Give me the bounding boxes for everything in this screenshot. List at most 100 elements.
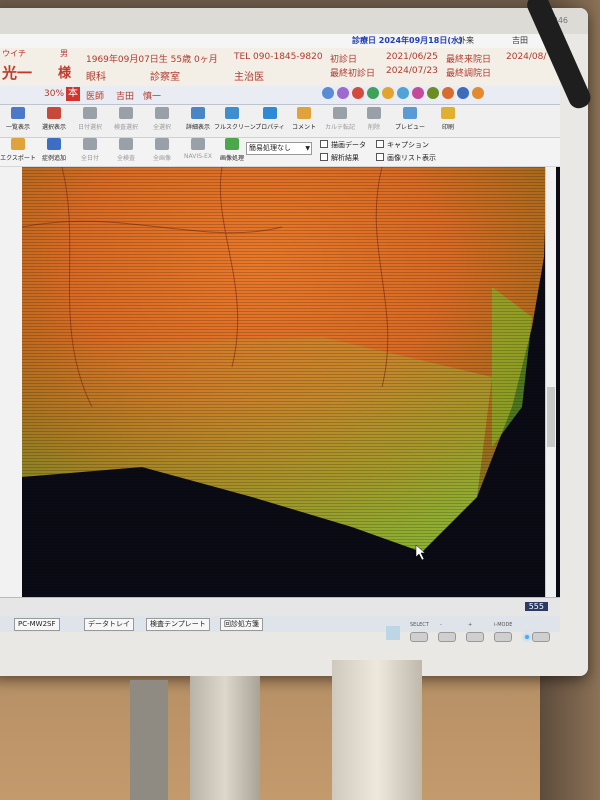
toolbar-button[interactable]: 印刷 [430,107,466,135]
toolbar-button[interactable]: フルスクリーン [214,107,256,135]
main-toolbar: 一覧表示 選択表示 日付選択 検査選択 全選択 詳細表示 フルスクリーン プロパティ コメント カ… [0,105,560,138]
check-label: 描画データ [331,141,366,149]
property-icon [263,107,277,119]
toolbar-button-label: フルスクリーン [214,124,256,131]
toolbar-button[interactable]: 選択表示 [36,107,72,135]
toolbar-button[interactable]: プロパティ [252,107,288,135]
patient-header: ウイチ 男 光一 様 1969年09月07日生 55歳 0ヶ月 眼科 診察室 T… [0,48,560,86]
processing-select[interactable]: 簡易処理なし ▼ [246,142,312,155]
status-icon[interactable] [457,87,469,99]
monitor-select-button[interactable] [410,632,428,642]
toolbar-button[interactable]: 全検査 [108,138,144,166]
toolbar-button[interactable]: カルテ転記 [322,107,358,135]
print-icon [441,107,455,119]
chief-doctor-label: 主治医 [234,72,264,83]
toolbar-button[interactable]: エクスポート [0,138,36,166]
monitor-button-label: + [468,622,473,628]
screen: 診療日 2024年09月18日(水) 外来 吉田 ウイチ 男 光一 様 1969… [0,34,560,616]
check-label: 画像リスト表示 [387,154,436,162]
secondary-toolbar: 簡易処理なし ▼ 描画データ キャプション 解析結果 画像リスト表示 エクスポー… [0,138,560,167]
ward: 眼科 [86,72,106,83]
toolbar-button[interactable]: コメント [286,107,322,135]
status-icon[interactable] [322,87,334,99]
status-icon[interactable] [412,87,424,99]
toolbar-button[interactable]: NAVIS-EX [180,138,216,166]
toolbar-button-label: プロパティ [255,124,285,131]
checkbox[interactable] [320,140,328,148]
patient-sex: 男 [60,49,68,58]
taskbar-item[interactable]: データトレイ [84,618,134,631]
monitor-minus-button[interactable] [438,632,456,642]
preview-icon [403,107,417,119]
check-drawing-data[interactable]: 描画データ [320,140,366,150]
taskbar-item[interactable]: 検査テンプレート [146,618,210,631]
last-visit-label: 最終来院日 [446,55,492,65]
monitor-stand [190,676,260,800]
fundus-image[interactable] [22,167,552,597]
status-icon[interactable] [367,87,379,99]
fundus-svg [22,167,552,597]
monitor-button-label: - [440,622,442,628]
status-icon[interactable] [352,87,364,99]
all-dates-icon [83,138,97,150]
last-first-visit-label: 最終初診日 [330,69,376,79]
status-icon[interactable] [397,87,409,99]
exam-select-icon [119,107,133,119]
toolbar-button-label: 印刷 [441,124,454,131]
doctor-name: 吉田 慎一 [116,92,162,102]
toolbar-button[interactable]: 症例追加 [36,138,72,166]
toolbar-button[interactable]: 削除 [356,107,392,135]
toolbar-button[interactable]: 全画像 [144,138,180,166]
toolbar-button-label: 検査選択 [113,124,138,131]
check-analysis-result[interactable]: 解析結果 [320,153,359,163]
toolbar-button[interactable]: 画像処理 [214,138,250,166]
visit-date: 診療日 2024年09月18日(水) [352,36,463,45]
telephone: TEL 090-1845-9820 [234,52,323,62]
image-process-icon [225,138,239,150]
doctor-label: 医師 [86,92,105,102]
monitor-imode-button[interactable] [494,632,512,642]
monitor-plus-button[interactable] [466,632,484,642]
toolbar-button[interactable]: プレビュー [392,107,428,135]
side-panel-edge[interactable] [0,167,22,597]
scroll-thumb[interactable] [547,387,555,447]
toolbar-button-label: 全画像 [152,155,171,162]
case-add-icon [47,138,61,150]
check-image-list[interactable]: 画像リスト表示 [376,153,436,163]
toolbar-button-label: 詳細表示 [185,124,210,131]
chart-copy-icon [333,107,347,119]
check-caption[interactable]: キャプション [376,140,429,150]
toolbar-button[interactable]: 詳細表示 [180,107,216,135]
vertical-scrollbar[interactable] [545,167,556,597]
checkbox[interactable] [320,153,328,161]
status-icon[interactable] [427,87,439,99]
taskbar-item[interactable]: 回診処方箋 [220,618,263,631]
toolbar-button[interactable]: 検査選択 [108,107,144,135]
status-icons [322,87,484,103]
select-view-icon [47,107,61,119]
department: 外来 [458,36,474,45]
monitor: 9346 診療日 2024年09月18日(水) 外来 吉田 ウイチ 男 光一 様… [0,8,588,676]
toolbar-button[interactable]: 一覧表示 [0,107,36,135]
navis-icon [191,138,205,150]
monitor-logo [386,626,400,640]
toolbar-button[interactable]: 全日付 [72,138,108,166]
status-icon[interactable] [382,87,394,99]
status-icon[interactable] [442,87,454,99]
toolbar-button[interactable]: 全選択 [144,107,180,135]
list-icon [11,107,25,119]
checkbox[interactable] [376,140,384,148]
monitor-bezel: 9346 [0,8,588,34]
taskbar: PC-MW2SF データトレイ 検査テンプレート 回診処方箋 [0,616,560,632]
status-icon[interactable] [472,87,484,99]
checkbox[interactable] [376,153,384,161]
monitor-power-button[interactable] [532,632,550,642]
taskbar-item[interactable]: PC-MW2SF [14,618,60,631]
status-icon[interactable] [337,87,349,99]
doctor-short: 吉田 [512,36,528,45]
toolbar-button-label: 選択表示 [41,124,66,131]
select-all-icon [155,107,169,119]
toolbar-button[interactable]: 日付選択 [72,107,108,135]
status-bar: 555 [0,597,560,616]
top-info-bar: 診療日 2024年09月18日(水) 外来 吉田 [0,34,560,49]
